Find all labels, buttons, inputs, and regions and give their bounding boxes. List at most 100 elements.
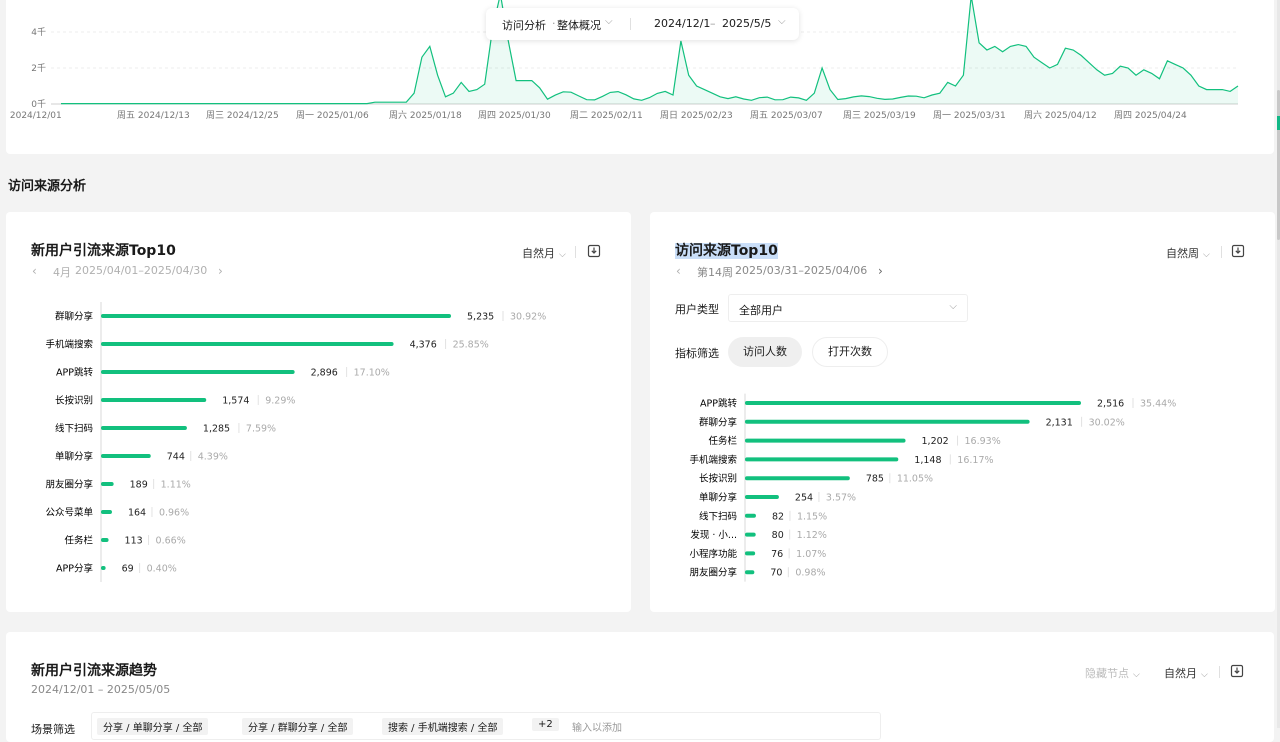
bar[interactable]	[745, 401, 1081, 405]
view-select[interactable]: 整体概况	[557, 17, 601, 33]
scene-tag[interactable]: 分享 / 单聊分享 / 全部	[97, 718, 209, 735]
prev-period-icon[interactable]: ‹	[676, 264, 681, 278]
bar-percent-label: 17.10%	[354, 368, 390, 379]
bar-value-label: 82	[772, 511, 784, 522]
period-type-value: 自然月	[522, 247, 555, 260]
export-icon[interactable]	[587, 244, 601, 258]
bar[interactable]	[101, 314, 451, 318]
more-tags-badge[interactable]: +2	[532, 718, 559, 731]
x-tick-label: 周四 2025/04/24	[1114, 110, 1187, 121]
bar-category-label: APP分享	[56, 563, 93, 575]
metric-label: 指标筛选	[675, 347, 719, 360]
card-title-text: 访问来源Top10	[675, 243, 778, 259]
bar-category-label: 线下扫码	[55, 423, 93, 435]
bar[interactable]	[101, 426, 187, 430]
bar[interactable]	[101, 398, 207, 402]
next-period-icon[interactable]: ›	[878, 264, 883, 278]
bar-value-label: 1,574	[222, 396, 249, 407]
user-type-select[interactable]: 全部用户 ⌵	[728, 294, 968, 322]
date-dash: –	[710, 17, 716, 30]
scene-tag[interactable]: 分享 / 群聊分享 / 全部	[242, 718, 354, 735]
bar-value-label: 785	[866, 474, 884, 485]
bar[interactable]	[745, 476, 850, 481]
period-label: 第14周	[697, 266, 733, 279]
bar-percent-label: 16.93%	[965, 436, 1001, 447]
period-type-select[interactable]: 自然月 ⌵	[1164, 665, 1208, 681]
hide-nodes-select[interactable]: 隐藏节点 ⌵	[1085, 665, 1140, 681]
next-period-icon[interactable]: ›	[218, 264, 223, 278]
divider	[1221, 246, 1222, 258]
chevron-down-icon: ⌵	[1201, 670, 1208, 680]
bar-value-label: 113	[125, 536, 143, 547]
x-tick-label: 周三 2025/03/19	[843, 110, 916, 121]
export-icon[interactable]	[1231, 244, 1245, 258]
bar[interactable]	[101, 566, 106, 570]
bar-percent-label: 25.85%	[453, 340, 489, 351]
analysis-filter-bar[interactable]: 访问分析 · 整体概况 ⌵ 2024/12/1 – 2025/5/5 ⌵	[486, 8, 799, 40]
bar-percent-label: 1.15%	[797, 511, 827, 522]
bar-value-label: 744	[167, 452, 185, 463]
date-range: 2024/12/01 – 2025/05/05	[31, 683, 171, 696]
bar[interactable]	[101, 482, 114, 486]
bar-value-label: 1,148	[914, 455, 941, 466]
tag-input-placeholder: 输入以添加	[572, 723, 622, 734]
bar[interactable]	[101, 510, 112, 514]
bar[interactable]	[745, 457, 899, 462]
card-title: 访问来源Top10	[675, 240, 778, 260]
x-tick-label: 周一 2025/03/31	[933, 110, 1006, 121]
metric-opens-toggle[interactable]: 打开次数	[812, 337, 888, 367]
bar[interactable]	[101, 538, 109, 542]
bar[interactable]	[101, 342, 394, 346]
period-type-select[interactable]: 自然周 ⌵	[1166, 245, 1210, 261]
bar-value-label: 254	[795, 493, 813, 504]
bar-percent-label: 1.11%	[161, 480, 191, 491]
period-range: 2025/03/31–2025/04/06	[735, 264, 868, 277]
bar-value-label: 2,896	[311, 368, 338, 379]
chevron-down-icon: ⌵	[559, 250, 566, 260]
bar[interactable]	[101, 370, 295, 374]
card-title: 新用户引流来源Top10	[31, 243, 176, 259]
divider	[1219, 666, 1220, 678]
new-user-source-card: 新用户引流来源Top10 ‹ 4月 2025/04/01–2025/04/30 …	[6, 212, 631, 612]
bar-value-label: 4,376	[410, 340, 437, 351]
x-tick-label: 周五 2025/03/07	[750, 110, 823, 121]
x-tick-label: 周六 2025/01/18	[389, 109, 462, 121]
bar[interactable]	[745, 513, 756, 518]
scene-tag[interactable]: 搜索 / 手机端搜索 / 全部	[382, 718, 504, 735]
bar[interactable]	[745, 570, 755, 575]
chevron-down-icon: ⌵	[1133, 670, 1140, 680]
bar-category-label: 任务栏	[708, 435, 737, 447]
bar-category-label: 群聊分享	[55, 311, 93, 323]
prev-period-icon[interactable]: ‹	[32, 264, 37, 278]
period-type-select[interactable]: 自然月 ⌵	[522, 245, 566, 261]
bar-percent-label: 35.44%	[1140, 399, 1176, 410]
bar[interactable]	[745, 419, 1030, 424]
bar[interactable]	[745, 438, 906, 443]
scene-filter-input[interactable]: 分享 / 单聊分享 / 全部 分享 / 群聊分享 / 全部 搜索 / 手机端搜索…	[91, 712, 881, 740]
bar-category-label: 公众号菜单	[45, 507, 93, 519]
bar[interactable]	[745, 551, 756, 556]
bar-percent-label: 4.39%	[198, 452, 228, 463]
trend-card: 0千 2千 4千日 2024/12/01 周五 2024/12/13 周三 2024/1…	[6, 0, 1274, 154]
bar[interactable]	[745, 532, 756, 537]
bar-percent-label: 3.57%	[826, 493, 856, 504]
bar-value-label: 5,235	[467, 312, 494, 323]
period-label: 4月	[53, 266, 71, 279]
export-icon[interactable]	[1230, 664, 1244, 678]
bar-value-label: 1,202	[922, 436, 949, 447]
bar-category-label: 朋友圈分享	[689, 567, 737, 579]
bar-percent-label: 1.12%	[797, 530, 827, 541]
date-start[interactable]: 2024/12/1	[654, 17, 710, 30]
new-user-source-chart: 群聊分享 5,235 30.92% 手机端搜索 4,376 25.85% APP跳转 2,89…	[45, 302, 546, 582]
chevron-down-icon: ⌵	[949, 301, 957, 312]
bar-value-label: 76	[771, 549, 783, 560]
bar-category-label: 任务栏	[64, 535, 93, 547]
bar[interactable]	[101, 454, 151, 458]
metric-visitors-toggle[interactable]: 访问人数	[728, 337, 802, 367]
bar-value-label: 1,285	[203, 424, 230, 435]
user-type-value: 全部用户	[739, 304, 783, 317]
bar-percent-label: 7.59%	[246, 424, 276, 435]
date-end[interactable]: 2025/5/5	[722, 17, 771, 30]
scene-filter-label: 场景筛选	[31, 723, 75, 736]
bar[interactable]	[745, 495, 779, 499]
